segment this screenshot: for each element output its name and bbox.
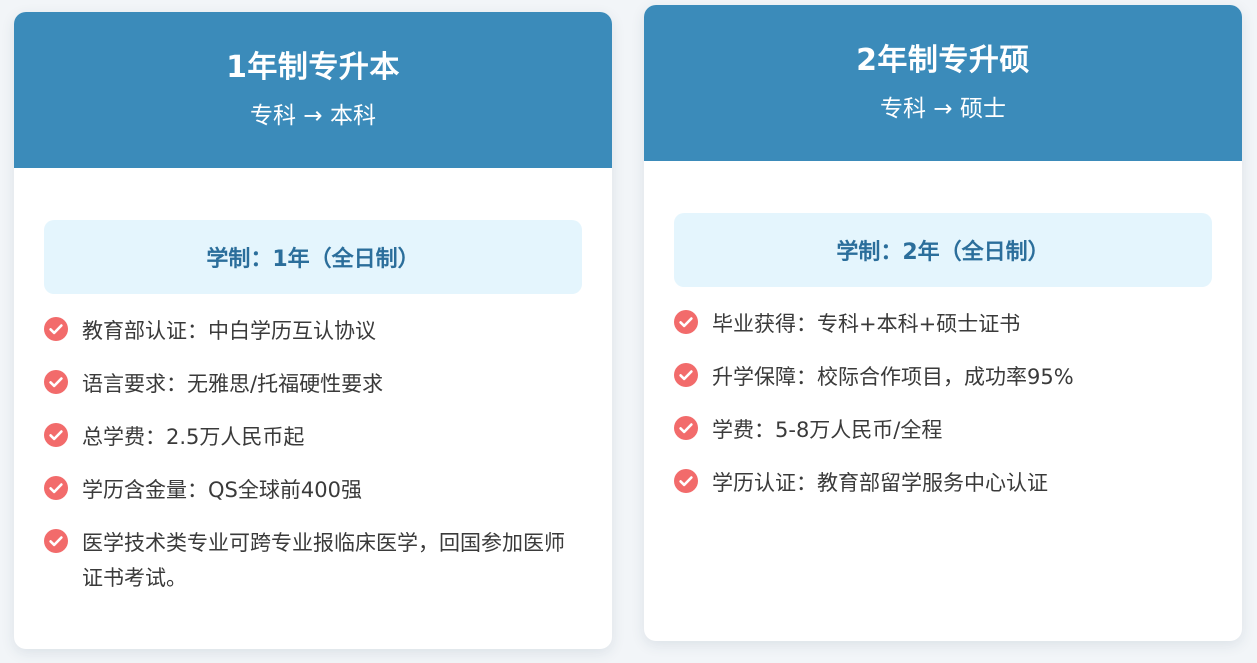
check-circle-icon (44, 529, 68, 553)
feature-text: 医学技术类专业可跨专业报临床医学，回国参加医师证书考试。 (82, 531, 565, 590)
feature-text: 语言要求：无雅思/托福硬性要求 (82, 372, 384, 396)
check-circle-icon (44, 476, 68, 500)
card-title: 1年制专升本 (226, 50, 400, 85)
feature-text: 升学保障：校际合作项目，成功率95% (712, 365, 1074, 389)
list-item: 语言要求：无雅思/托福硬性要求 (44, 367, 582, 402)
card-header: 2年制专升硕 专科 → 硕士 (644, 5, 1242, 161)
feature-text: 总学费：2.5万人民币起 (82, 425, 305, 449)
list-item: 总学费：2.5万人民币起 (44, 420, 582, 455)
card-subtitle: 专科 → 本科 (250, 103, 376, 129)
list-item: 毕业获得：专科+本科+硕士证书 (674, 307, 1212, 342)
feature-text: 学历含金量：QS全球前400强 (82, 478, 362, 502)
list-item: 医学技术类专业可跨专业报临床医学，回国参加医师证书考试。 (44, 526, 582, 596)
check-circle-icon (674, 363, 698, 387)
card-header: 1年制专升本 专科 → 本科 (14, 12, 612, 168)
program-card-2yr[interactable]: 2年制专升硕 专科 → 硕士 学制：2年（全日制） 毕业获得：专科+本科+硕士证… (644, 5, 1242, 641)
card-title: 2年制专升硕 (856, 43, 1030, 78)
duration-badge: 学制：1年（全日制） (44, 220, 582, 294)
list-item: 教育部认证：中白学历互认协议 (44, 314, 582, 349)
check-circle-icon (44, 370, 68, 394)
check-circle-icon (44, 423, 68, 447)
duration-badge: 学制：2年（全日制） (674, 213, 1212, 287)
feature-text: 学历认证：教育部留学服务中心认证 (712, 471, 1048, 495)
program-card-1yr[interactable]: 1年制专升本 专科 → 本科 学制：1年（全日制） 教育部认证：中白学历互认协议… (14, 12, 612, 649)
feature-text: 教育部认证：中白学历互认协议 (82, 319, 376, 343)
feature-text: 毕业获得：专科+本科+硕士证书 (712, 312, 1021, 336)
card-body: 学制：2年（全日制） 毕业获得：专科+本科+硕士证书 升学保障：校际合作项目，成… (644, 161, 1242, 501)
feature-text: 学费：5-8万人民币/全程 (712, 418, 943, 442)
program-cards: 1年制专升本 专科 → 本科 学制：1年（全日制） 教育部认证：中白学历互认协议… (0, 0, 1257, 663)
check-circle-icon (44, 317, 68, 341)
list-item: 升学保障：校际合作项目，成功率95% (674, 360, 1212, 395)
card-body: 学制：1年（全日制） 教育部认证：中白学历互认协议 语言要求：无雅思/托福硬性要… (14, 168, 612, 596)
check-circle-icon (674, 469, 698, 493)
feature-list: 教育部认证：中白学历互认协议 语言要求：无雅思/托福硬性要求 总学费：2.5万人… (44, 314, 582, 596)
feature-list: 毕业获得：专科+本科+硕士证书 升学保障：校际合作项目，成功率95% 学费：5-… (674, 307, 1212, 501)
check-circle-icon (674, 416, 698, 440)
card-subtitle: 专科 → 硕士 (880, 96, 1006, 122)
check-circle-icon (674, 310, 698, 334)
list-item: 学历含金量：QS全球前400强 (44, 473, 582, 508)
list-item: 学历认证：教育部留学服务中心认证 (674, 466, 1212, 501)
list-item: 学费：5-8万人民币/全程 (674, 413, 1212, 448)
